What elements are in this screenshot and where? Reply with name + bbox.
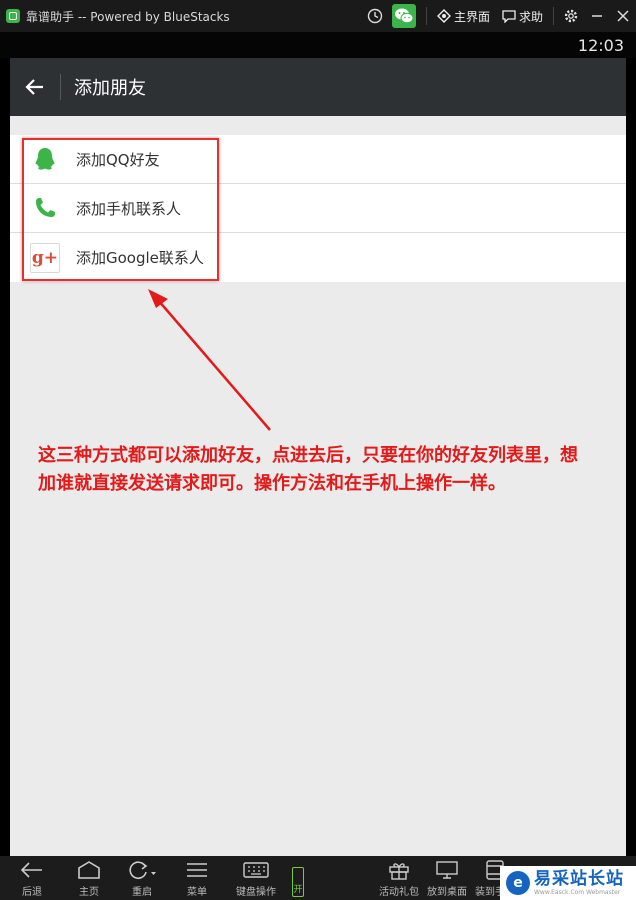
keyboard-mapping-button[interactable]: 键盘操作 bbox=[224, 856, 288, 900]
restart-label: 重启 bbox=[132, 887, 152, 898]
restart-icon bbox=[127, 857, 157, 883]
home-nav-button[interactable]: 主页 bbox=[64, 856, 114, 900]
put-on-desktop-label: 放到桌面 bbox=[427, 887, 467, 898]
keyboard-toggle[interactable]: 开 bbox=[292, 867, 304, 897]
site-watermark: e 易采站长站 Www.Easck.Com Webmaster bbox=[500, 866, 636, 900]
annotation-text: 这三种方式都可以添加好友，点进去后，只要在你的好友列表里，想加谁就直接发送请求即… bbox=[38, 445, 578, 494]
keyboard-icon bbox=[243, 857, 269, 883]
watermark-sub: Www.Easck.Com Webmaster bbox=[534, 889, 621, 896]
watermark-logo-icon: e bbox=[506, 871, 530, 895]
gift-pack-label: 活动礼包 bbox=[379, 887, 419, 898]
home-nav-icon bbox=[77, 857, 101, 883]
keyboard-label: 键盘操作 bbox=[236, 887, 276, 898]
back-nav-icon bbox=[20, 857, 44, 883]
menu-button[interactable]: 菜单 bbox=[170, 856, 224, 900]
home-nav-label: 主页 bbox=[79, 887, 99, 898]
desktop-icon bbox=[435, 857, 459, 883]
back-nav-button[interactable]: 后退 bbox=[0, 856, 64, 900]
menu-label: 菜单 bbox=[187, 887, 207, 898]
gift-icon bbox=[388, 857, 410, 883]
put-on-desktop-button[interactable]: 放到桌面 bbox=[422, 856, 472, 900]
menu-icon bbox=[185, 857, 209, 883]
gift-pack-button[interactable]: 活动礼包 bbox=[376, 856, 422, 900]
back-nav-label: 后退 bbox=[22, 887, 42, 898]
watermark-main: 易采站长站 bbox=[534, 869, 624, 889]
restart-button[interactable]: 重启 bbox=[114, 856, 170, 900]
watermark-text: 易采站长站 Www.Easck.Com Webmaster bbox=[534, 869, 624, 897]
